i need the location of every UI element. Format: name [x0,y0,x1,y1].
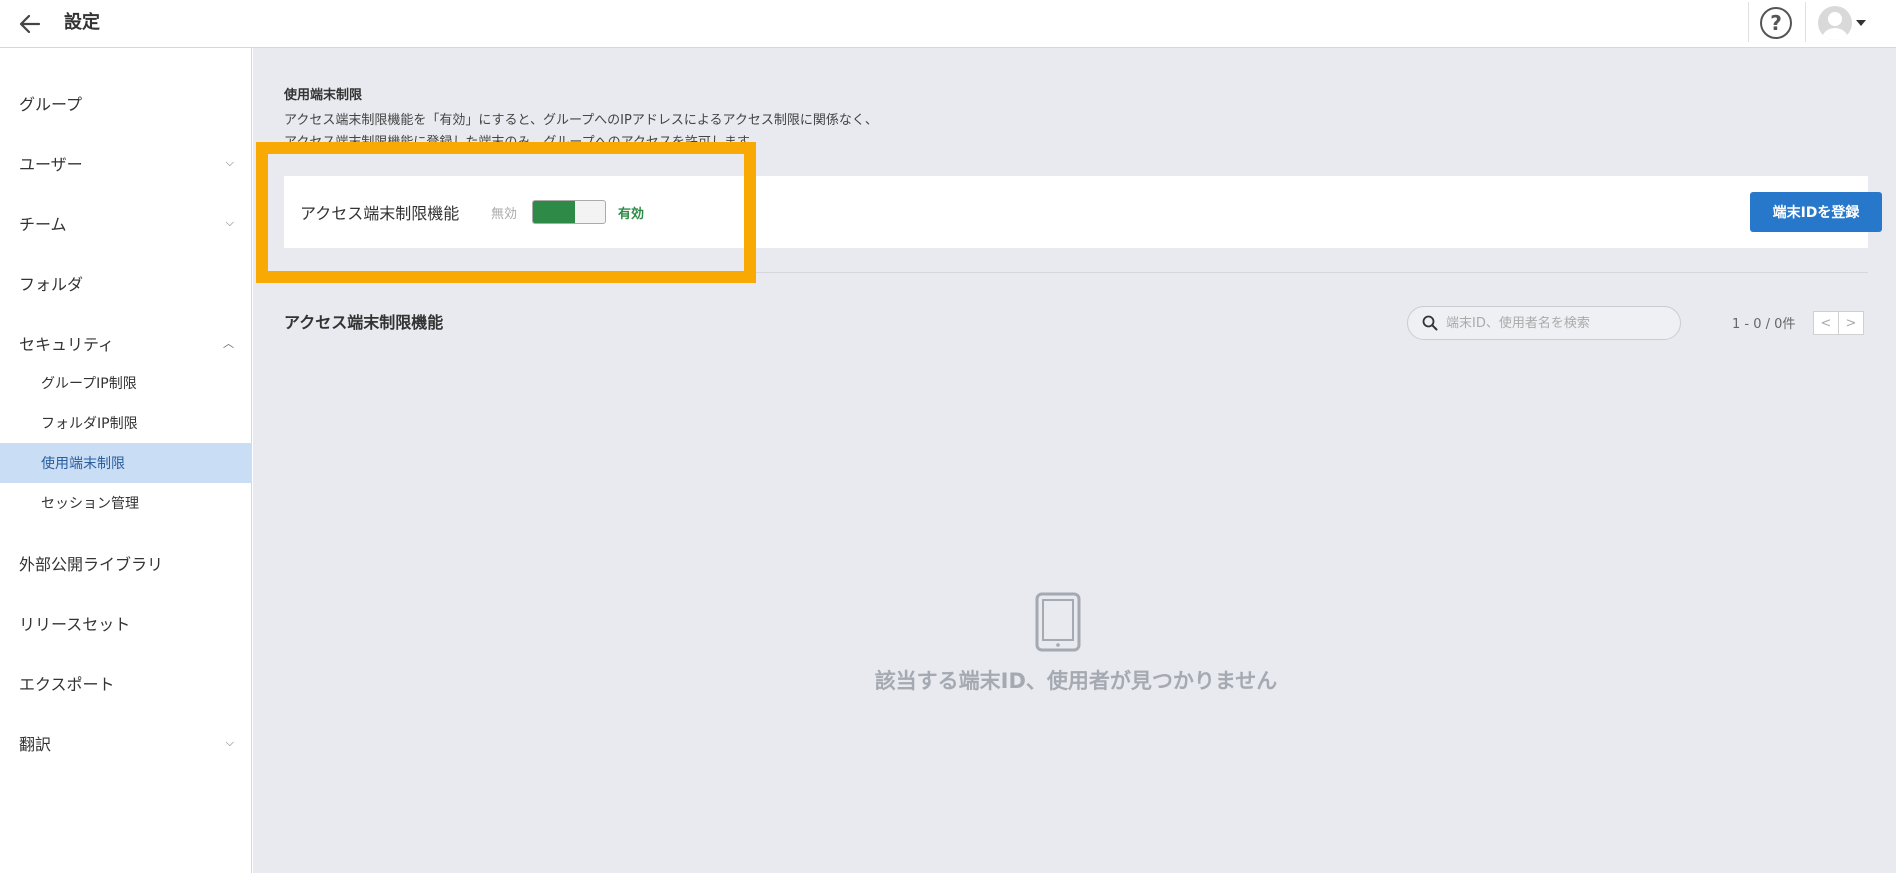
help-button[interactable]: ? [1760,7,1792,39]
sidebar-item-translation[interactable]: 翻訳 ⌵ [0,723,252,763]
sidebar-subitem-device-restriction[interactable]: 使用端末制限 [0,443,252,483]
device-restriction-card: アクセス端末制限機能 無効 有効 端末IDを登録 [284,176,1882,248]
sidebar-subitem-folder-ip[interactable]: フォルダIP制限 [0,403,252,443]
sidebar-item-public-library[interactable]: 外部公開ライブラリ [0,543,252,583]
toggle-off-label: 無効 [491,207,518,222]
sidebar-subitem-group-ip[interactable]: グループIP制限 [0,363,252,403]
sidebar-item-label: ユーザー [19,155,83,174]
toggle-on-label: 有効 [618,207,645,222]
main-content: 使用端末制限 アクセス端末制限機能を「有効」にすると、グループへのIPアドレスに… [253,48,1896,873]
sidebar-subitem-label: フォルダIP制限 [41,416,138,432]
sidebar-subitem-session[interactable]: セッション管理 [0,483,252,523]
toggle-fill [533,201,575,223]
tablet-icon [1035,592,1081,652]
sidebar-item-label: グループ [19,95,83,114]
avatar-icon [1818,6,1852,40]
back-button[interactable] [14,8,46,40]
chevron-down-icon: ⌵ [225,736,234,749]
search-box [1407,306,1681,340]
sidebar-item-export[interactable]: エクスポート [0,663,252,703]
sidebar-item-label: フォルダ [19,275,84,294]
section-title: 使用端末制限 [284,88,363,103]
sidebar-item-group[interactable]: グループ [0,83,252,123]
user-menu-button[interactable] [1818,6,1866,40]
sidebar: グループ ユーザー ⌵ チーム ⌵ フォルダ セキュリティ ︿ グループIP制限… [0,48,252,873]
search-icon [1422,315,1438,331]
device-restriction-toggle[interactable] [532,200,606,224]
back-arrow-icon [19,14,41,34]
help-icon: ? [1770,11,1782,35]
header-divider [1805,2,1806,42]
chevron-up-icon: ︿ [223,337,234,350]
sidebar-subitem-label: グループIP制限 [41,376,137,392]
search-input[interactable] [1446,315,1666,331]
sidebar-subitem-label: セッション管理 [41,496,139,512]
header-divider [1748,2,1749,42]
caret-down-icon [1856,20,1866,26]
sidebar-item-users[interactable]: ユーザー ⌵ [0,143,252,183]
sidebar-item-label: リリースセット [19,615,131,634]
sidebar-item-label: チーム [19,215,67,234]
pagination-text: 1 - 0 / 0件 [1732,317,1796,332]
prev-page-button[interactable]: < [1813,311,1839,335]
page-title: 設定 [64,12,100,33]
sidebar-item-security[interactable]: セキュリティ ︿ [0,323,252,363]
section-description: アクセス端末制限機能を「有効」にすると、グループへのIPアドレスによるアクセス制… [284,110,984,154]
sidebar-item-teams[interactable]: チーム ⌵ [0,203,252,243]
sidebar-item-release-set[interactable]: リリースセット [0,603,252,643]
sidebar-item-label: セキュリティ [19,335,115,354]
next-page-button[interactable]: > [1838,311,1864,335]
sidebar-item-label: 外部公開ライブラリ [19,555,164,574]
section-description-line: アクセス端末制限機能を「有効」にすると、グループへのIPアドレスによるアクセス制… [284,113,878,128]
empty-state-message: 該当する端末ID、使用者が見つかりません [874,669,1278,693]
sidebar-item-folders[interactable]: フォルダ [0,263,252,303]
sidebar-item-label: 翻訳 [19,735,52,754]
chevron-down-icon: ⌵ [225,216,234,229]
chevron-left-icon: < [1820,315,1832,331]
sidebar-item-label: エクスポート [19,675,115,694]
chevron-down-icon: ⌵ [225,156,234,169]
list-title: アクセス端末制限機能 [284,313,444,332]
top-header: 設定 ? [0,0,1896,48]
register-device-id-button[interactable]: 端末IDを登録 [1750,192,1882,232]
section-description-line: アクセス端末制限機能に登録した端末のみ、グループへのアクセスを許可します。 [284,135,762,150]
chevron-right-icon: > [1845,315,1857,331]
feature-label: アクセス端末制限機能 [300,204,460,223]
sidebar-subitem-label: 使用端末制限 [41,456,125,472]
divider [284,272,1868,273]
